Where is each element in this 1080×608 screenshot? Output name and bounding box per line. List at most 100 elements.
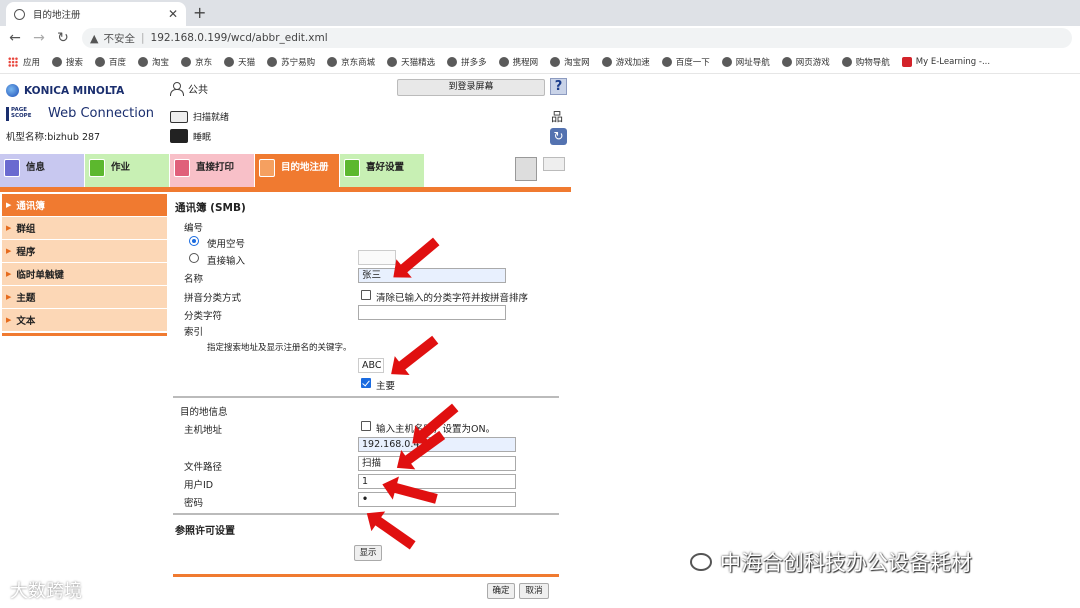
sort-char-input[interactable] <box>358 305 506 320</box>
bookmark-item[interactable]: 百度 <box>95 56 126 68</box>
bookmark-item[interactable]: 天猫精选 <box>387 56 435 68</box>
sidebar-item-group[interactable]: ▶ 群组 <box>2 217 167 240</box>
tab-jobs[interactable]: 作业 <box>85 154 169 187</box>
corner-watermark: 大数跨境 <box>10 577 82 603</box>
bookmark-item[interactable]: My E-Learning -... <box>901 56 990 67</box>
sidebar-item-subject[interactable]: ▶ 主题 <box>2 286 167 309</box>
watermark-text: 大数跨境 <box>10 581 82 602</box>
bookmark-item[interactable]: 淘宝网 <box>550 56 590 68</box>
brand-name: KONICA MINOLTA <box>24 84 125 97</box>
bookmark-item[interactable]: 苏宁易购 <box>267 56 315 68</box>
ok-button[interactable]: 确定 <box>487 583 515 599</box>
sidebar-item-label: 文本 <box>16 316 36 327</box>
sidebar-item-label: 临时单触键 <box>16 270 64 281</box>
bookmark-item[interactable]: 淘宝 <box>138 56 169 68</box>
bookmark-label: 拼多多 <box>461 57 487 68</box>
userid-label: 用户ID <box>184 480 214 491</box>
show-button[interactable]: 显示 <box>354 545 382 561</box>
bookmark-item[interactable]: 网址导航 <box>721 56 770 68</box>
bookmark-item[interactable]: 携程网 <box>498 56 538 68</box>
globe-icon <box>721 56 732 67</box>
bookmark-label: 京东 <box>195 57 213 68</box>
name-input[interactable]: 张三 <box>358 268 506 283</box>
pagescope-logo: PAGE SCOPE <box>6 106 46 121</box>
triangle-icon: ▶ <box>6 270 12 278</box>
tab-label: 喜好设置 <box>366 162 405 173</box>
triangle-icon: ▶ <box>6 316 12 324</box>
display-icon[interactable] <box>543 157 565 171</box>
warning-icon[interactable]: ▲ <box>90 32 98 45</box>
bookmark-item[interactable]: 京东商城 <box>327 56 375 68</box>
direct-input-radio[interactable] <box>189 253 199 263</box>
bookmark-item[interactable]: 游戏加速 <box>601 56 650 68</box>
sidebar-item-address-book[interactable]: ▶ 通讯簿 <box>2 194 167 217</box>
tab-label: 目的地注册 <box>281 162 329 173</box>
sidebar-item-program[interactable]: ▶ 程序 <box>2 240 167 263</box>
sidebar-item-label: 程序 <box>16 247 36 258</box>
bookmark-item[interactable]: 天猫 <box>224 56 255 68</box>
use-empty-radio[interactable] <box>189 236 199 246</box>
bookmark-item[interactable]: 京东 <box>181 56 212 68</box>
reload-icon[interactable]: ↻ <box>54 30 72 46</box>
tools-icon[interactable] <box>515 157 537 181</box>
browser-tabstrip: 目的地注册 ✕ + <box>0 0 1080 26</box>
tab-direct-print[interactable]: 直接打印 <box>170 154 254 187</box>
main-checkbox[interactable] <box>361 378 371 388</box>
index-select[interactable]: ABC <box>358 358 384 373</box>
bookmark-label: 京东商城 <box>341 57 376 68</box>
scan-status-text: 扫描就绪 <box>193 113 230 123</box>
help-button[interactable]: ? <box>550 78 567 95</box>
forward-icon[interactable]: → <box>30 30 48 46</box>
sidebar-item-temp-one-touch[interactable]: ▶ 临时单触键 <box>2 263 167 286</box>
globe-icon <box>601 56 612 67</box>
globe-icon <box>95 56 106 67</box>
host-checkbox[interactable] <box>361 421 371 431</box>
new-tab-button[interactable]: + <box>193 3 206 22</box>
bookmark-item[interactable]: 百度一下 <box>661 56 710 68</box>
ref-permission-title: 参照许可设置 <box>175 526 235 537</box>
bookmark-label: 天猫精选 <box>401 57 436 68</box>
globe-icon <box>841 56 852 67</box>
tab-info[interactable]: 信息 <box>0 154 84 187</box>
mailbox-icon <box>259 159 275 177</box>
info-icon <box>4 159 20 177</box>
sidebar-item-text[interactable]: ▶ 文本 <box>2 309 167 332</box>
name-label: 名称 <box>184 274 204 285</box>
konica-minolta-logo: KONICA MINOLTA <box>6 84 124 97</box>
bookmark-label: 苏宁易购 <box>281 57 316 68</box>
close-tab-icon[interactable]: ✕ <box>168 7 178 21</box>
bookmarks-bar: 应用 搜索 百度 淘宝 京东 天猫 苏宁易购 京东商城 天猫精选 拼多多 携程网… <box>0 50 1080 74</box>
tab-destination-register[interactable]: 目的地注册 <box>255 154 339 187</box>
url-text[interactable]: 192.168.0.199/wcd/abbr_edit.xml <box>151 32 328 44</box>
bookmark-item[interactable]: 网页游戏 <box>781 56 830 68</box>
sidebar-bottom-line <box>2 333 167 336</box>
browser-toolbar: ← → ↻ ▲ 不安全 | 192.168.0.199/wcd/abbr_edi… <box>0 26 1080 50</box>
bookmark-item[interactable]: 搜索 <box>52 56 83 68</box>
browser-tab[interactable]: 目的地注册 ✕ <box>6 2 186 26</box>
pinyin-label: 拼音分类方式 <box>184 293 242 304</box>
bookmark-label: 淘宝网 <box>564 57 590 68</box>
triangle-icon: ▶ <box>6 247 12 255</box>
bookmark-item[interactable]: 购物导航 <box>841 56 890 68</box>
refresh-button[interactable]: ↻ <box>550 128 567 145</box>
globe-icon <box>387 56 398 67</box>
bookmark-item[interactable]: 拼多多 <box>447 56 487 68</box>
bookmark-apps[interactable]: 应用 <box>8 56 40 68</box>
globe-icon <box>498 56 509 67</box>
bookmark-label: 购物导航 <box>855 57 890 68</box>
globe-icon <box>138 56 149 67</box>
path-input[interactable]: 扫描 <box>358 456 516 471</box>
dest-info-label: 目的地信息 <box>180 407 228 418</box>
pinyin-checkbox[interactable] <box>361 290 371 300</box>
bookmark-label: 搜索 <box>66 57 84 68</box>
globe-logo-icon <box>6 84 19 97</box>
login-screen-button[interactable]: 到登录屏幕 <box>397 79 545 96</box>
separator: | <box>140 32 145 44</box>
watermark-text: 中海合创科技办公设备耗材 <box>720 551 972 575</box>
cancel-button[interactable]: 取消 <box>519 583 549 599</box>
tab-preferences[interactable]: 喜好设置 <box>340 154 424 187</box>
address-bar[interactable]: ▲ 不安全 | 192.168.0.199/wcd/abbr_edit.xml <box>82 28 1072 48</box>
network-icon[interactable]: 品 <box>551 108 563 125</box>
sidebar-item-label: 通讯簿 <box>16 201 45 212</box>
back-icon[interactable]: ← <box>6 30 24 46</box>
